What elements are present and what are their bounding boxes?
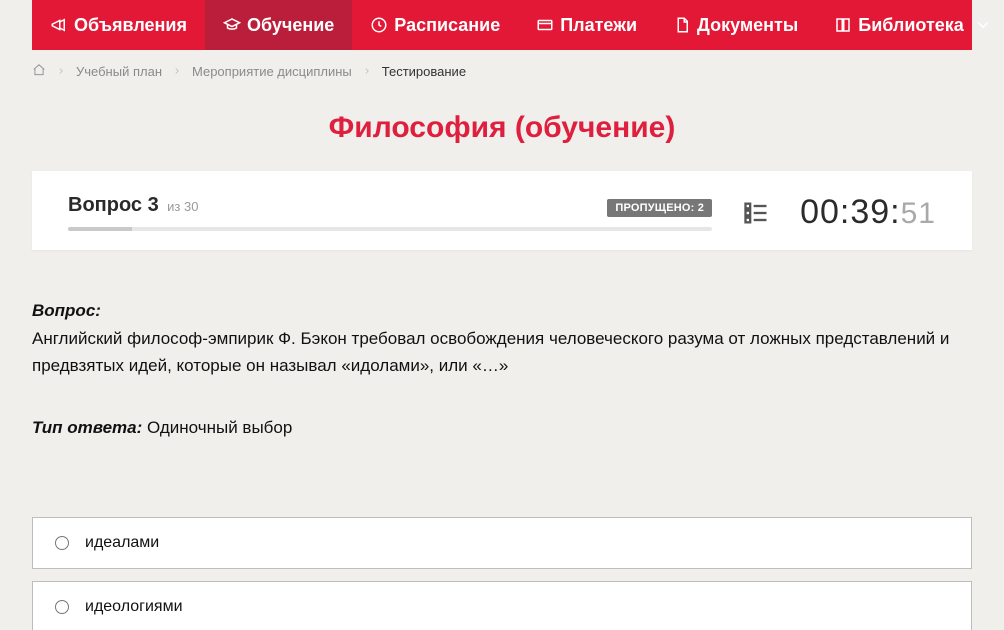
status-card: Вопрос 3 из 30 ПРОПУЩЕНО: 2 (32, 171, 972, 250)
answer-type-value: Одиночный выбор (147, 418, 292, 437)
timer-seconds: 51 (901, 197, 936, 230)
breadcrumb-link[interactable]: Мероприятие дисциплины (192, 64, 352, 79)
question-text: Английский философ-эмпирик Ф. Бэкон треб… (32, 326, 972, 379)
answer-option-label: идеалами (85, 534, 159, 552)
nav-label: Расписание (394, 15, 500, 36)
nav-schedule[interactable]: Расписание (352, 0, 518, 50)
page-title: Философия (обучение) (32, 93, 972, 171)
skipped-badge: ПРОПУЩЕНО: 2 (607, 199, 712, 217)
question-heading: Вопрос: (32, 298, 972, 324)
graduation-icon (223, 16, 241, 34)
nav-label: Библиотека (858, 15, 964, 36)
chevron-right-icon (56, 64, 66, 79)
answer-option[interactable]: идеалами (32, 517, 972, 569)
answer-option[interactable]: идеологиями (32, 581, 972, 630)
clock-icon (370, 16, 388, 34)
breadcrumb: Учебный план Мероприятие дисциплины Тест… (32, 50, 972, 93)
question-list-icon[interactable] (742, 199, 770, 227)
nav-label: Объявления (74, 15, 187, 36)
question-total: из 30 (167, 199, 198, 214)
answer-options: идеалами идеологиями (32, 471, 972, 630)
book-icon (834, 16, 852, 34)
doc-icon (673, 16, 691, 34)
breadcrumb-link[interactable]: Учебный план (76, 64, 162, 79)
nav-payments[interactable]: Платежи (518, 0, 655, 50)
answer-radio[interactable] (55, 536, 69, 550)
megaphone-icon (50, 16, 68, 34)
answer-type: Тип ответа: Одиночный выбор (32, 415, 972, 441)
nav-label: Обучение (247, 15, 334, 36)
nav-label: Платежи (560, 15, 637, 36)
home-icon[interactable] (32, 63, 46, 80)
question-area: Вопрос: Английский философ-эмпирик Ф. Бэ… (32, 250, 972, 471)
main-nav: Объявления Обучение Расписание (32, 0, 972, 50)
progress-fill (68, 227, 132, 231)
answer-radio[interactable] (55, 600, 69, 614)
nav-label: Документы (697, 15, 798, 36)
answer-type-label: Тип ответа: (32, 418, 142, 437)
chevron-right-icon (362, 64, 372, 79)
chevron-right-icon (172, 64, 182, 79)
progress-bar (68, 227, 712, 231)
timer-main: 00:39: (800, 193, 901, 231)
breadcrumb-current: Тестирование (382, 64, 466, 79)
question-number: Вопрос 3 (68, 194, 159, 216)
nav-documents[interactable]: Документы (655, 0, 816, 50)
answer-option-label: идеологиями (85, 598, 183, 616)
timer: 00:39:51 (800, 193, 936, 232)
nav-announcements[interactable]: Объявления (32, 0, 205, 50)
nav-library[interactable]: Библиотека (816, 0, 1004, 50)
chevron-down-icon (974, 16, 992, 34)
card-icon (536, 16, 554, 34)
nav-education[interactable]: Обучение (205, 0, 352, 50)
